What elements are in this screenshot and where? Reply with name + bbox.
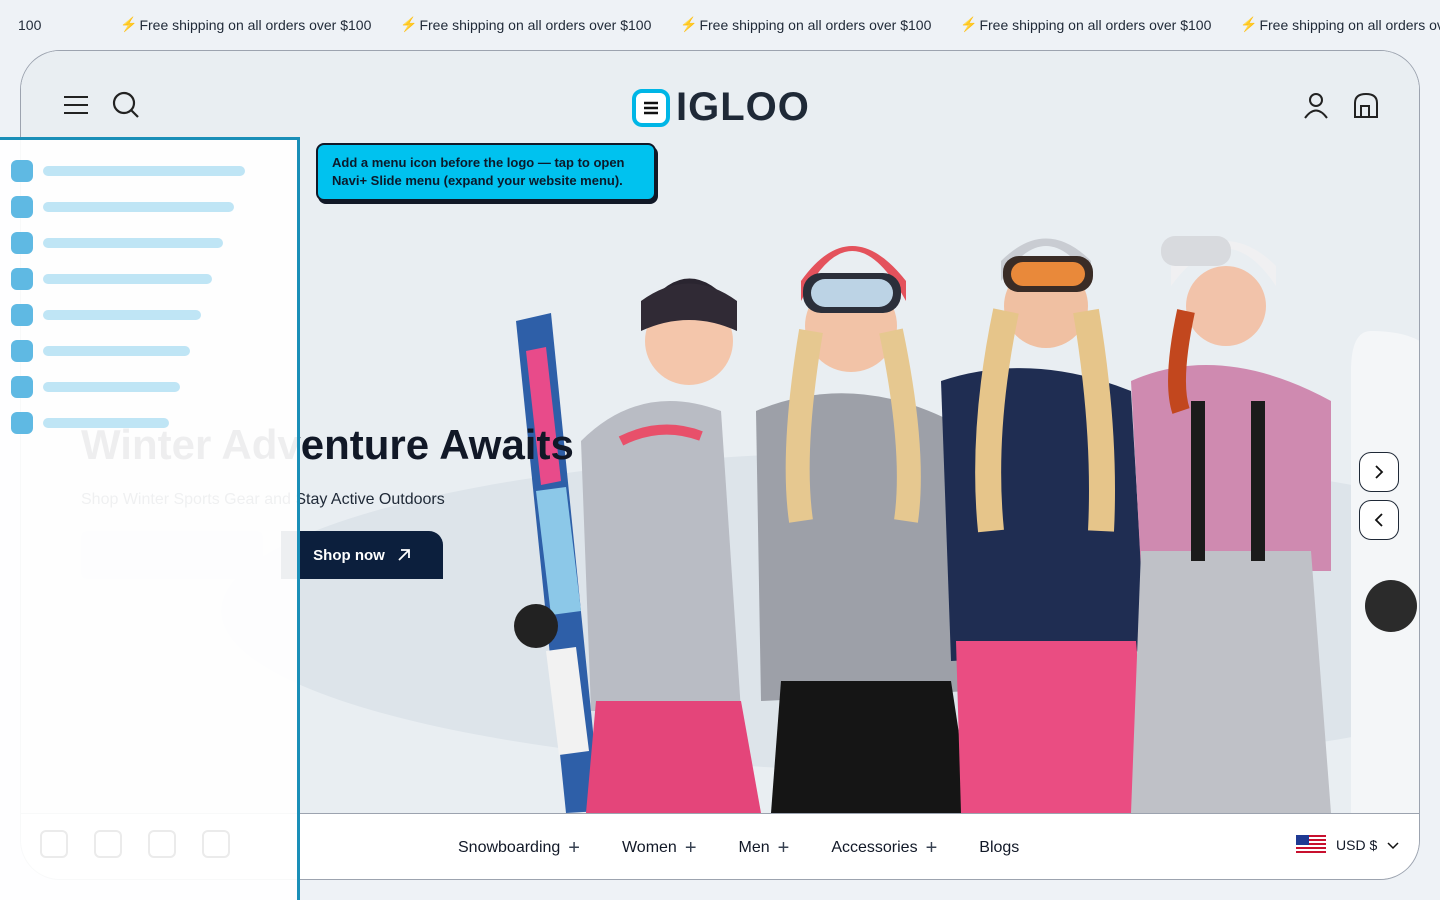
menu-item-icon xyxy=(11,304,33,326)
menu-item-icon xyxy=(11,376,33,398)
nav-item-men[interactable]: Men + xyxy=(739,838,790,858)
menu-item-icon xyxy=(11,232,33,254)
ghost-icon xyxy=(202,830,230,858)
announcement-message: ⚡Free shipping on all orders over $100 xyxy=(1240,16,1440,33)
announcement-message: ⚡Free shipping on all orders over $100 xyxy=(960,16,1212,33)
drawer-menu-item[interactable] xyxy=(11,268,212,290)
logo-wordmark: IGLOO xyxy=(676,85,810,129)
announcement-message: ⚡Free shipping on all orders over $100 xyxy=(120,16,372,33)
plus-icon: + xyxy=(684,837,697,859)
lightning-icon: ⚡ xyxy=(680,16,698,32)
currency-label: USD $ xyxy=(1336,837,1378,853)
chevron-left-icon xyxy=(1374,513,1383,527)
search-icon[interactable] xyxy=(112,91,140,119)
drawer-menu-item[interactable] xyxy=(11,304,201,326)
menu-item-icon xyxy=(11,412,33,434)
menu-item-icon xyxy=(11,196,33,218)
ghost-icon xyxy=(94,830,122,858)
nav-item-blogs[interactable]: Blogs xyxy=(979,839,1019,857)
cart-icon[interactable] xyxy=(1352,91,1380,119)
nav-items: Snowboarding + Women + Men + Accessories + B… xyxy=(458,814,1061,879)
chevron-right-icon xyxy=(1375,465,1384,479)
ghost-icon xyxy=(40,830,68,858)
drawer-menu-item[interactable] xyxy=(11,376,180,398)
lightning-icon: ⚡ xyxy=(960,16,978,32)
announcement-message: ⚡Free shipping on all orders over $100 xyxy=(400,16,652,33)
us-flag-icon xyxy=(1296,835,1326,855)
menu-item-icon xyxy=(11,268,33,290)
arrow-up-right-icon xyxy=(398,549,410,561)
nav-item-snowboarding[interactable]: Snowboarding + xyxy=(458,838,580,858)
plus-icon: + xyxy=(925,837,938,859)
store-logo[interactable]: IGLOO xyxy=(632,85,810,130)
slide-next-button[interactable] xyxy=(1359,452,1399,492)
drawer-menu-item[interactable] xyxy=(11,412,169,434)
drawer-footer-icons xyxy=(40,830,230,858)
lightning-icon: ⚡ xyxy=(1240,16,1258,32)
menu-item-icon xyxy=(11,160,33,182)
drawer-menu-item[interactable] xyxy=(11,232,223,254)
announcement-message: ⚡Free shipping on all orders over $100 xyxy=(680,16,932,33)
shop-now-label: Shop now xyxy=(313,546,385,564)
slide-menu-drawer[interactable] xyxy=(0,137,300,900)
announcement-partial: 100 xyxy=(18,16,42,33)
announcement-bar: 100 ⚡ Free shipping on all orders over $1… xyxy=(0,0,1440,50)
slide-prev-button[interactable] xyxy=(1359,500,1399,540)
ghost-icon xyxy=(148,830,176,858)
menu-tooltip: Add a menu icon before the logo — tap to… xyxy=(316,143,656,201)
logo-menu-icon[interactable] xyxy=(632,88,670,127)
drawer-menu-item[interactable] xyxy=(11,160,245,182)
currency-selector[interactable]: USD $ xyxy=(1296,835,1399,855)
plus-icon: + xyxy=(777,837,790,859)
plus-icon: + xyxy=(568,837,580,859)
lightning-icon: ⚡ xyxy=(400,16,418,32)
shop-now-button[interactable]: Shop now xyxy=(281,531,443,579)
nav-item-women[interactable]: Women + xyxy=(622,838,697,858)
account-icon[interactable] xyxy=(1302,91,1330,119)
chevron-down-icon xyxy=(1387,842,1399,850)
hamburger-menu-icon[interactable] xyxy=(62,91,90,119)
drawer-menu-item[interactable] xyxy=(11,196,234,218)
nav-item-accessories[interactable]: Accessories + xyxy=(831,838,937,858)
drawer-menu-item[interactable] xyxy=(11,340,190,362)
lightning-icon: ⚡ xyxy=(120,16,138,32)
menu-item-icon xyxy=(11,340,33,362)
